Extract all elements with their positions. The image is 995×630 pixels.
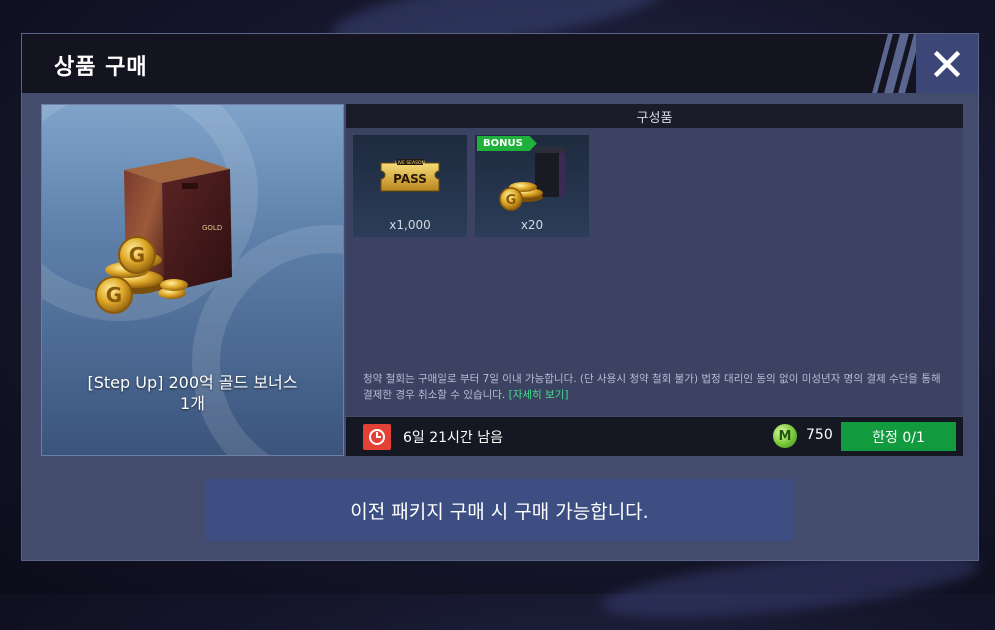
requirement-banner: 이전 패키지 구매 시 구매 가능합니다. bbox=[206, 479, 793, 541]
product-name-line1: [Step Up] 200억 골드 보너스 bbox=[87, 373, 298, 392]
contents-panel: 구성품 LIVE SEASON PASS x1,000 G BONUS x20 … bbox=[346, 104, 963, 416]
contents-header: 구성품 bbox=[346, 104, 963, 128]
price: 750 bbox=[806, 427, 833, 443]
ticket-text: PASS bbox=[393, 172, 427, 186]
close-icon bbox=[934, 50, 960, 77]
time-remaining: 6일 21시간 남음 bbox=[403, 430, 504, 446]
purchase-bar: 6일 21시간 남음 M 750 한정 0/1 bbox=[346, 417, 963, 456]
product-quantity: 1개 bbox=[180, 394, 205, 413]
ticket-small-text: LIVE SEASON bbox=[395, 160, 425, 166]
product-card[interactable]: GOLD G G [Step Up] 200억 골드 보너스 1개 bbox=[41, 104, 344, 456]
item-quantity: x20 bbox=[520, 218, 544, 232]
notice-text: 청약 철회는 구매일로 부터 7일 이내 가능합니다. (단 사용시 청약 철회… bbox=[363, 373, 941, 401]
dialog-titlebar: 상품 구매 bbox=[22, 34, 978, 93]
details-link[interactable]: [자세히 보기] bbox=[509, 389, 569, 401]
season-pass-ticket-icon: LIVE SEASON PASS bbox=[380, 159, 440, 192]
contents-item-season-pass[interactable]: LIVE SEASON PASS x1,000 bbox=[353, 135, 467, 237]
svg-text:GOLD: GOLD bbox=[202, 224, 222, 232]
purchase-dialog: 상품 구매 GOLD G G [Step Up] 200억 골드 보너스 1개 … bbox=[21, 33, 979, 561]
close-button[interactable] bbox=[916, 34, 978, 93]
contents-item-gold[interactable]: G BONUS x20 bbox=[475, 135, 589, 237]
product-name: [Step Up] 200억 골드 보너스 1개 bbox=[42, 372, 343, 414]
svg-text:G: G bbox=[129, 243, 145, 267]
item-quantity: x1,000 bbox=[389, 218, 431, 232]
svg-text:G: G bbox=[506, 193, 517, 208]
dialog-title: 상품 구매 bbox=[54, 55, 148, 80]
mileage-coin-icon: M bbox=[773, 424, 797, 448]
bonus-badge: BONUS bbox=[477, 136, 537, 151]
clock-icon bbox=[363, 424, 391, 450]
clock-glyph bbox=[369, 429, 385, 445]
gold-box-icon: GOLD G G bbox=[95, 157, 232, 314]
purchase-limit-button[interactable]: 한정 0/1 bbox=[841, 422, 956, 451]
withdrawal-notice: 청약 철회는 구매일로 부터 7일 이내 가능합니다. (단 사용시 청약 철회… bbox=[363, 371, 953, 403]
svg-text:G: G bbox=[106, 283, 122, 307]
